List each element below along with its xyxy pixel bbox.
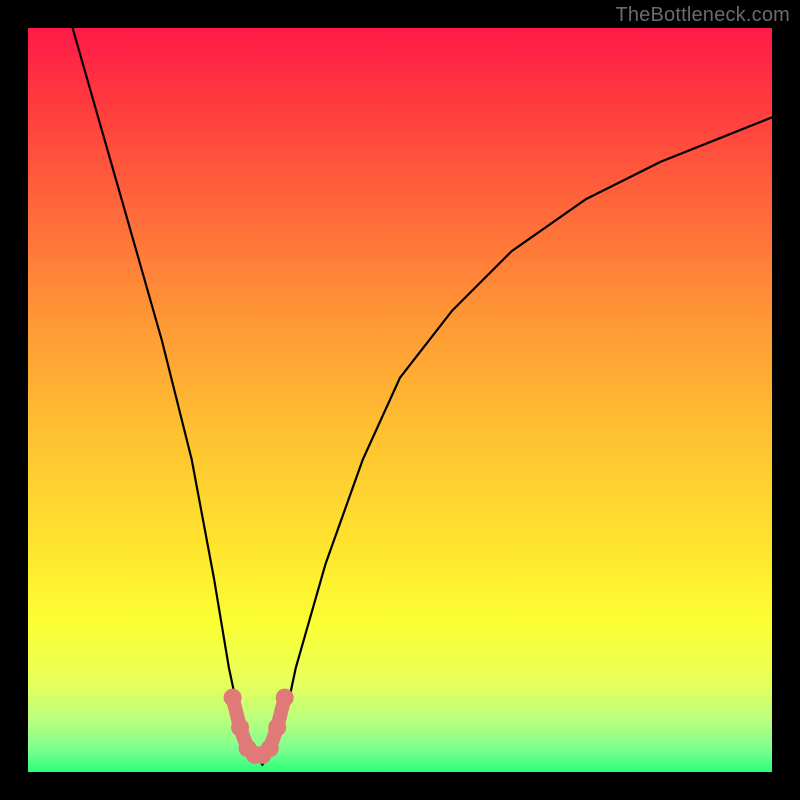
bottleneck-curve xyxy=(73,28,772,765)
watermark-label: TheBottleneck.com xyxy=(615,4,790,27)
optimal-range-point xyxy=(261,739,279,757)
optimal-range-point xyxy=(231,718,249,736)
optimal-range-point xyxy=(276,689,294,707)
bottleneck-curve-svg xyxy=(28,28,772,772)
optimal-range-point xyxy=(268,718,286,736)
chart-plot-area xyxy=(28,28,772,772)
optimal-range-marker xyxy=(224,689,294,764)
optimal-range-point xyxy=(224,689,242,707)
